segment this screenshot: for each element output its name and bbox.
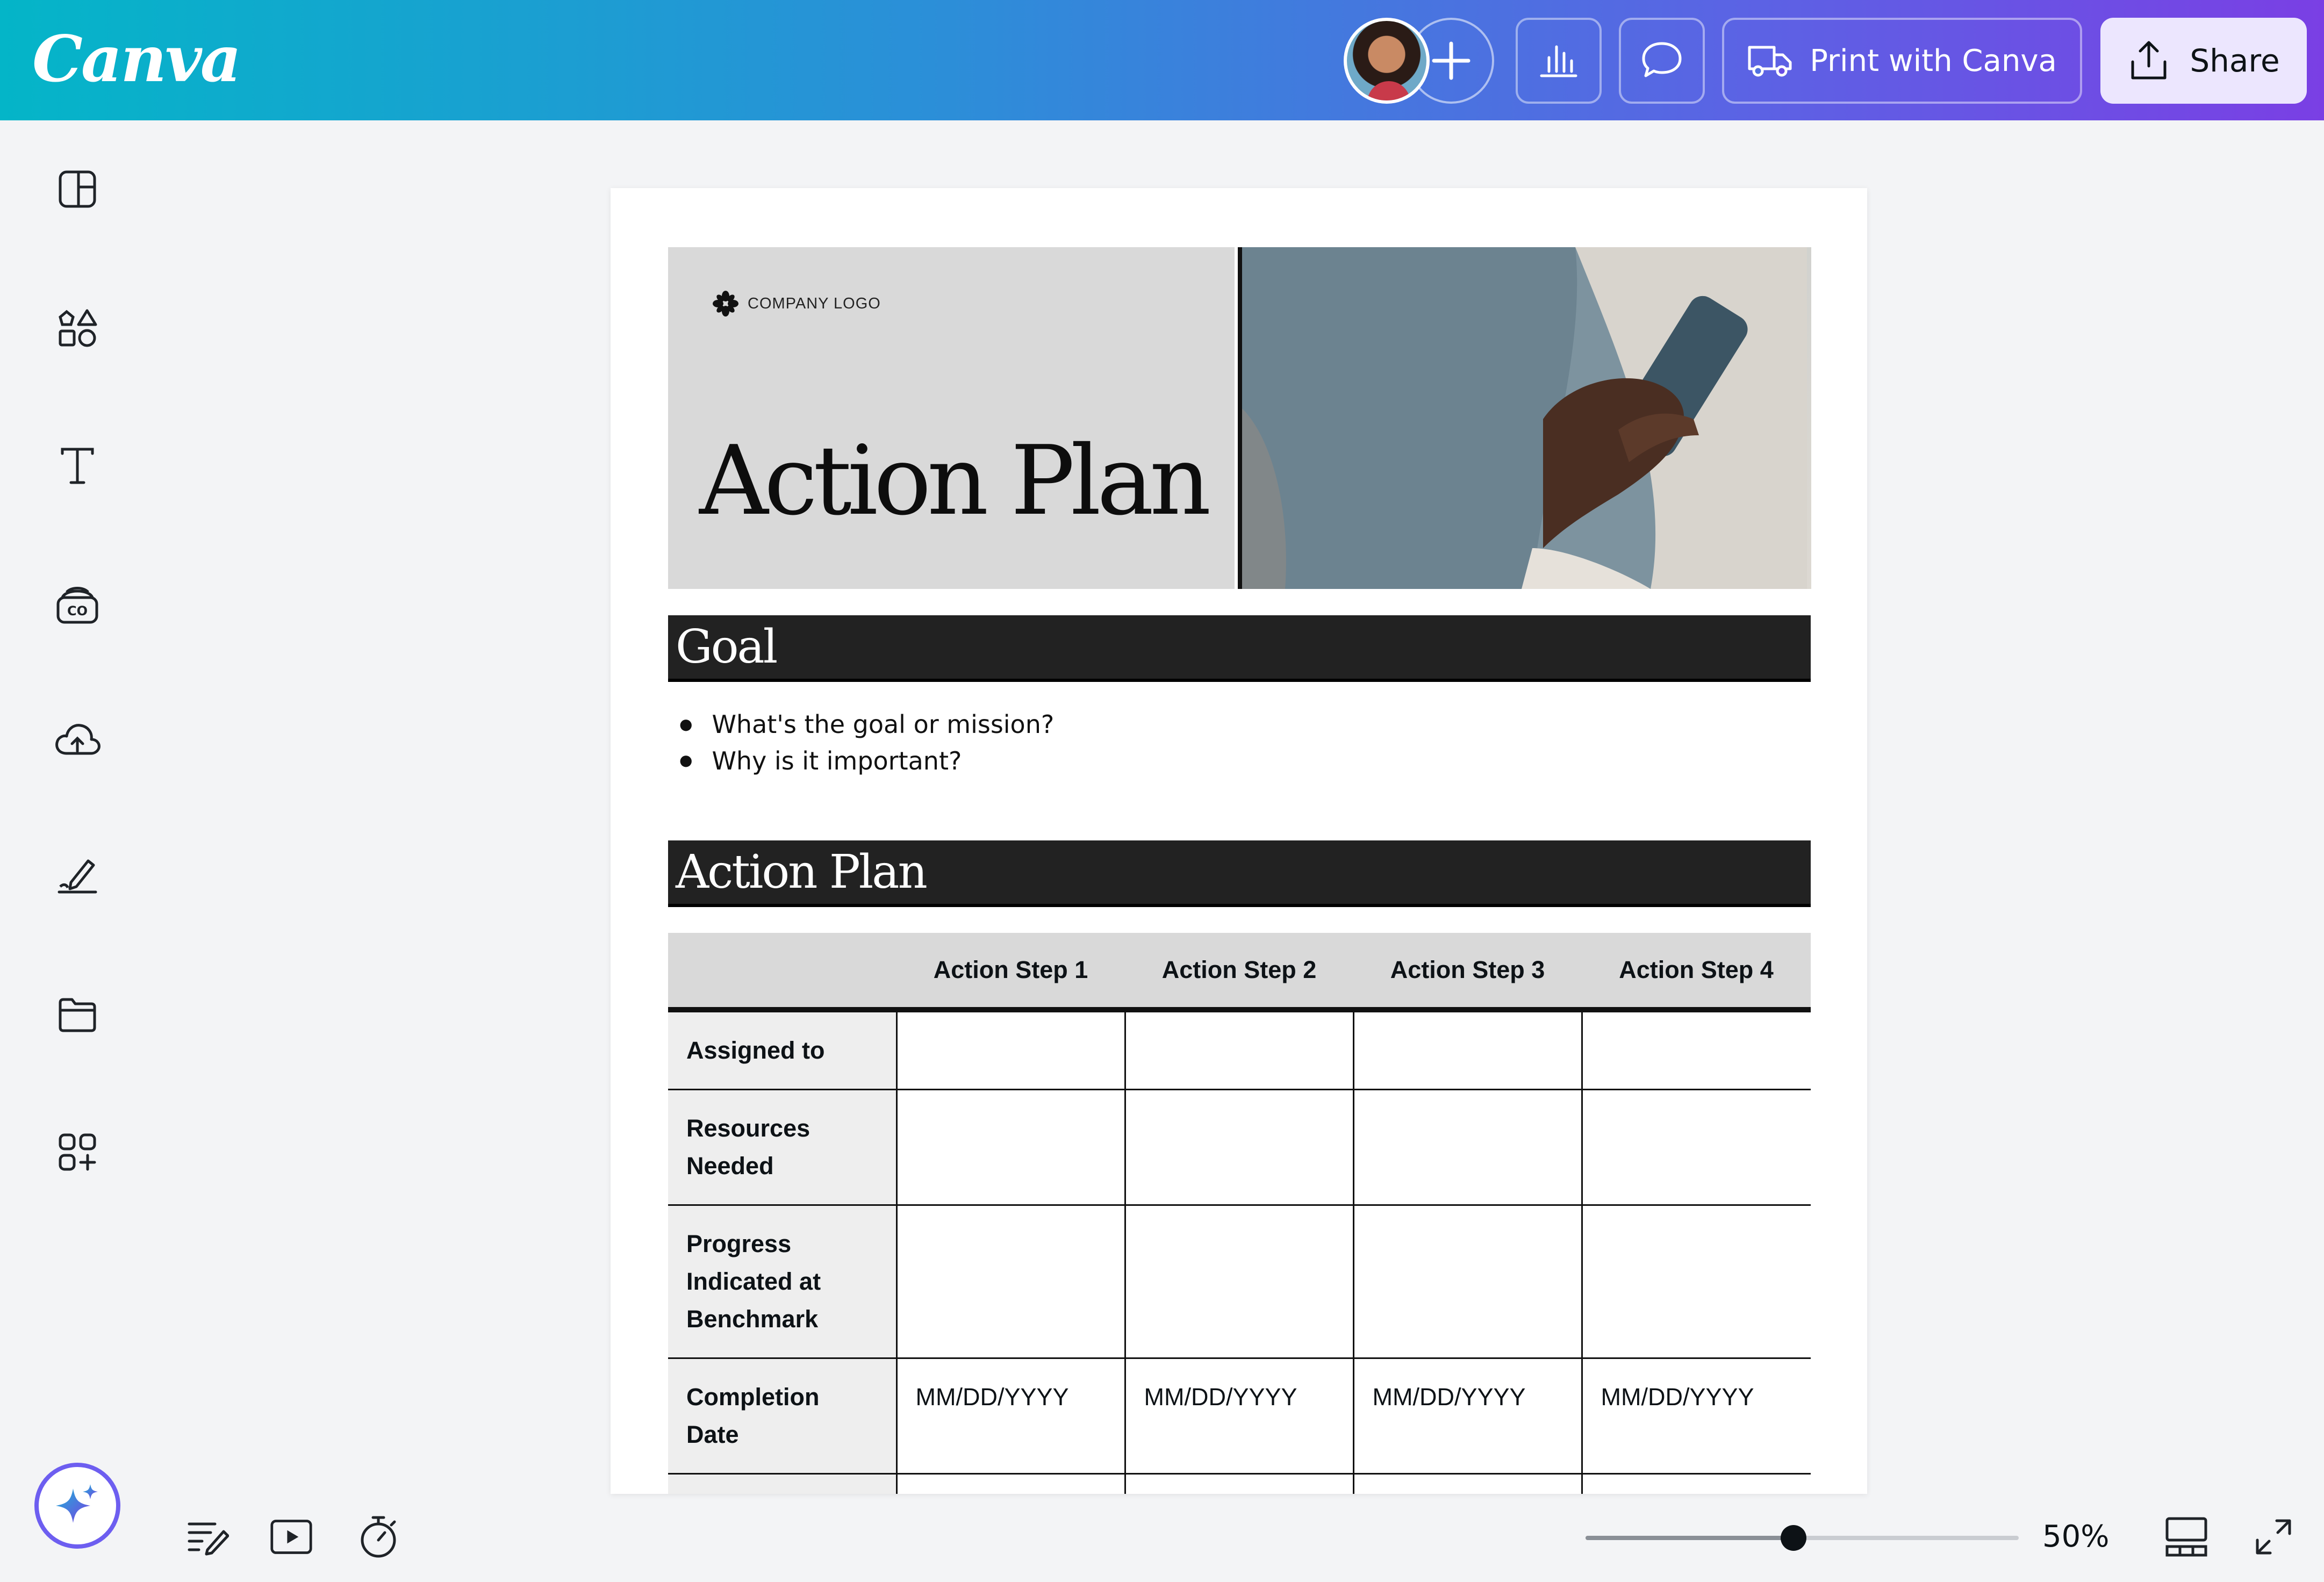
goal-bullet-list[interactable]: What's the goal or mission? Why is it im…	[679, 707, 1054, 780]
draw-icon[interactable]	[52, 850, 103, 902]
table-cell[interactable]	[895, 1089, 1126, 1206]
table-row: Assigned to	[668, 1009, 1811, 1090]
company-logo-text: COMPANY LOGO	[748, 294, 881, 312]
row-label[interactable]	[668, 1473, 898, 1494]
insights-button[interactable]	[1516, 18, 1602, 104]
header-panel[interactable]: COMPANY LOGO Action Plan	[668, 247, 1235, 589]
table-cell[interactable]	[1352, 1089, 1583, 1206]
table-header-cell[interactable]: Action Step 3	[1353, 933, 1582, 1012]
photo-illustration	[1242, 247, 1807, 589]
table-cell[interactable]	[1124, 1473, 1354, 1494]
comments-button[interactable]	[1619, 18, 1705, 104]
goal-bullet[interactable]: What's the goal or mission?	[679, 707, 1054, 744]
table-header-cell[interactable]	[668, 933, 896, 1012]
zoom-slider-handle[interactable]	[1780, 1525, 1806, 1551]
share-icon	[2131, 41, 2167, 80]
document-title[interactable]: Action Plan	[699, 433, 1211, 529]
table-cell[interactable]: MM/DD/YYYY	[1124, 1357, 1354, 1475]
apps-icon[interactable]	[52, 1126, 103, 1178]
row-label[interactable]: Progress Indicated at Benchmark	[668, 1204, 898, 1359]
share-button[interactable]: Share	[2100, 18, 2307, 104]
table-cell[interactable]	[1352, 1473, 1583, 1494]
table-cell[interactable]	[895, 1204, 1126, 1359]
action-plan-table[interactable]: Action Step 1 Action Step 2 Action Step …	[668, 933, 1811, 1494]
top-bar: Canva Print with Canva Share	[0, 0, 2324, 120]
timer-icon[interactable]	[357, 1515, 400, 1558]
hero-photo-phone-in-hand[interactable]	[1238, 247, 1811, 589]
projects-icon[interactable]	[52, 989, 103, 1040]
table-cell[interactable]	[1581, 1089, 1811, 1206]
elements-icon[interactable]	[52, 302, 103, 354]
table-cell[interactable]	[1124, 1009, 1354, 1090]
goal-heading[interactable]: Goal	[668, 615, 1811, 682]
table-cell[interactable]	[1581, 1473, 1811, 1494]
goal-bullet[interactable]: Why is it important?	[679, 744, 1054, 780]
zoom-slider-fill	[1586, 1536, 1794, 1540]
row-label[interactable]: Resources Needed	[668, 1089, 898, 1206]
company-logo[interactable]: COMPANY LOGO	[711, 289, 881, 318]
uploads-icon[interactable]	[52, 714, 103, 765]
present-icon[interactable]	[270, 1515, 313, 1558]
svg-text:CO: CO	[67, 603, 88, 619]
row-label[interactable]: Assigned to	[668, 1009, 898, 1090]
zoom-slider[interactable]	[1586, 1525, 2019, 1551]
table-cell[interactable]	[1124, 1089, 1354, 1206]
table-header-row: Action Step 1 Action Step 2 Action Step …	[668, 933, 1811, 1012]
table-cell[interactable]: MM/DD/YYYY	[895, 1357, 1126, 1475]
table-row: Progress Indicated at Benchmark	[668, 1204, 1811, 1359]
table-cell[interactable]	[1581, 1204, 1811, 1359]
canva-logo[interactable]: Canva	[32, 16, 241, 102]
table-cell[interactable]	[1124, 1204, 1354, 1359]
table-row: Resources Needed	[668, 1089, 1811, 1206]
sparkle-icon	[56, 1484, 98, 1523]
bar-chart-icon	[1540, 45, 1577, 77]
table-cell[interactable]	[1352, 1204, 1583, 1359]
notes-icon[interactable]	[186, 1515, 229, 1558]
table-header-cell[interactable]: Action Step 4	[1582, 933, 1811, 1012]
brand-icon[interactable]: CO	[52, 578, 103, 630]
fullscreen-icon[interactable]	[2252, 1515, 2295, 1558]
table-cell[interactable]: MM/DD/YYYY	[1352, 1357, 1583, 1475]
print-with-canva-button[interactable]: Print with Canva	[1722, 18, 2082, 104]
text-icon[interactable]	[52, 440, 103, 491]
grid-view-icon[interactable]	[2165, 1515, 2208, 1558]
table-cell[interactable]	[895, 1009, 1126, 1090]
table-cell[interactable]	[1581, 1009, 1811, 1090]
table-cell[interactable]	[895, 1473, 1126, 1494]
table-row: Completion Date MM/DD/YYYY MM/DD/YYYY MM…	[668, 1357, 1811, 1475]
design-icon[interactable]	[52, 163, 103, 215]
print-button-label: Print with Canva	[1810, 43, 2057, 78]
truck-icon	[1748, 46, 1792, 77]
table-row	[668, 1473, 1811, 1494]
share-button-label: Share	[2190, 42, 2280, 79]
table-cell[interactable]	[1352, 1009, 1583, 1090]
flower-logo-icon	[713, 291, 738, 317]
action-plan-heading[interactable]: Action Plan	[668, 840, 1811, 907]
user-avatar[interactable]	[1344, 18, 1430, 104]
table-cell[interactable]: MM/DD/YYYY	[1581, 1357, 1811, 1475]
table-header-cell[interactable]: Action Step 2	[1125, 933, 1353, 1012]
zoom-percentage[interactable]: 50%	[2042, 1519, 2109, 1555]
table-header-cell[interactable]: Action Step 1	[896, 933, 1125, 1012]
row-label[interactable]: Completion Date	[668, 1357, 898, 1475]
comment-icon	[1642, 42, 1682, 77]
document-page[interactable]: COMPANY LOGO Action Plan Goal What's the…	[611, 188, 1867, 1494]
magic-assistant-button[interactable]	[34, 1463, 120, 1549]
